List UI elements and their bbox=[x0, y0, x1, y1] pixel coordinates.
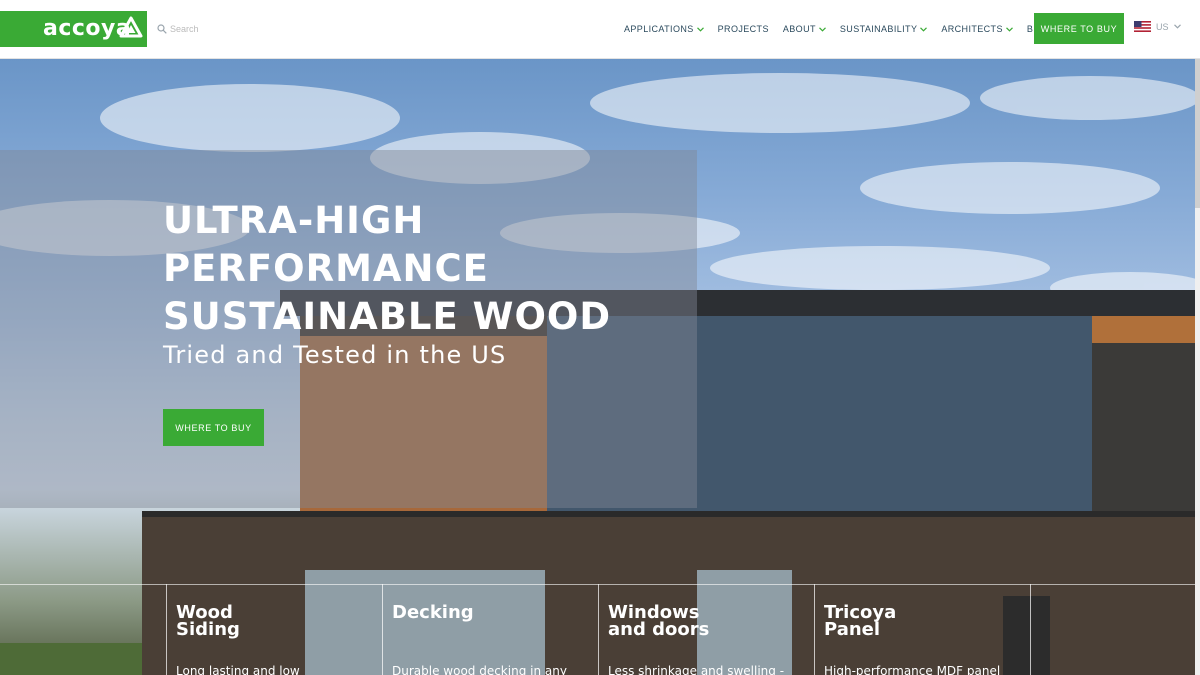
applications-band: Wood Siding Long lasting and low Decking… bbox=[0, 584, 1195, 675]
hero-subtitle: Tried and Tested in the US bbox=[163, 341, 507, 369]
nav-item-about[interactable]: ABOUT bbox=[783, 24, 826, 34]
hero-title: ULTRA-HIGH PERFORMANCE SUSTAINABLE WOOD bbox=[163, 197, 633, 341]
card-description: Long lasting and low bbox=[176, 664, 300, 675]
chevron-down-icon bbox=[920, 26, 928, 32]
chevron-down-icon bbox=[696, 26, 704, 32]
card-description: Less shrinkage and swelling - bbox=[608, 664, 785, 675]
card-description: High-performance MDF panel bbox=[824, 664, 1001, 675]
nav-item-label: ABOUT bbox=[782, 24, 816, 34]
nav-item-label: ARCHITECTS bbox=[941, 24, 1003, 34]
logo-text: accoya bbox=[43, 16, 132, 41]
nav-item-label: SUSTAINABILITY bbox=[839, 24, 918, 34]
locale-selector[interactable]: US bbox=[1134, 21, 1181, 32]
hero-title-line: SUSTAINABLE WOOD bbox=[163, 295, 612, 338]
us-flag-icon bbox=[1134, 21, 1151, 32]
page-scrollbar[interactable] bbox=[1195, 58, 1200, 675]
hero-title-line: ULTRA-HIGH bbox=[163, 199, 425, 242]
card-windows-and-doors[interactable]: Windows and doors Less shrinkage and swe… bbox=[598, 584, 815, 675]
card-title: Windows and doors bbox=[608, 602, 710, 640]
nav-item-architects[interactable]: ARCHITECTS bbox=[941, 24, 1013, 34]
site-header: accoya APPLICATIONS PROJECTS ABOUT SUSTA… bbox=[0, 0, 1200, 59]
card-title: Decking bbox=[392, 602, 474, 623]
nav-item-sustainability[interactable]: SUSTAINABILITY bbox=[839, 24, 928, 34]
nav-item-applications[interactable]: APPLICATIONS bbox=[624, 24, 704, 34]
chevron-down-icon bbox=[1005, 26, 1013, 32]
hero-section: ULTRA-HIGH PERFORMANCE SUSTAINABLE WOOD … bbox=[0, 58, 1195, 675]
locale-label: US bbox=[1156, 21, 1169, 32]
hero-where-to-buy-button[interactable]: WHERE TO BUY bbox=[163, 409, 264, 446]
accoya-triangle-logo-icon bbox=[119, 16, 143, 38]
card-title: Wood Siding bbox=[176, 602, 240, 640]
scrollbar-thumb[interactable] bbox=[1195, 58, 1200, 208]
card-description: Durable wood decking in any bbox=[392, 664, 567, 675]
card-decking[interactable]: Decking Durable wood decking in any bbox=[382, 584, 599, 675]
card-title: Tricoya Panel bbox=[824, 602, 897, 640]
search-box[interactable] bbox=[157, 22, 260, 36]
card-tricoya-panel[interactable]: Tricoya Panel High-performance MDF panel bbox=[814, 584, 1031, 675]
main-nav: APPLICATIONS PROJECTS ABOUT SUSTAINABILI… bbox=[624, 22, 1067, 36]
nav-item-projects[interactable]: PROJECTS bbox=[718, 24, 769, 34]
search-icon bbox=[157, 24, 167, 34]
accoya-logo[interactable]: accoya bbox=[0, 11, 147, 47]
where-to-buy-button[interactable]: WHERE TO BUY bbox=[1034, 13, 1124, 44]
chevron-down-icon bbox=[1173, 24, 1181, 29]
nav-item-label: PROJECTS bbox=[717, 24, 769, 34]
nav-item-label: APPLICATIONS bbox=[624, 24, 694, 34]
search-input[interactable] bbox=[167, 24, 260, 34]
card-wood-siding[interactable]: Wood Siding Long lasting and low bbox=[166, 584, 383, 675]
hero-title-line: PERFORMANCE bbox=[163, 247, 489, 290]
card-divider-end bbox=[1030, 584, 1195, 675]
chevron-down-icon bbox=[818, 26, 826, 32]
